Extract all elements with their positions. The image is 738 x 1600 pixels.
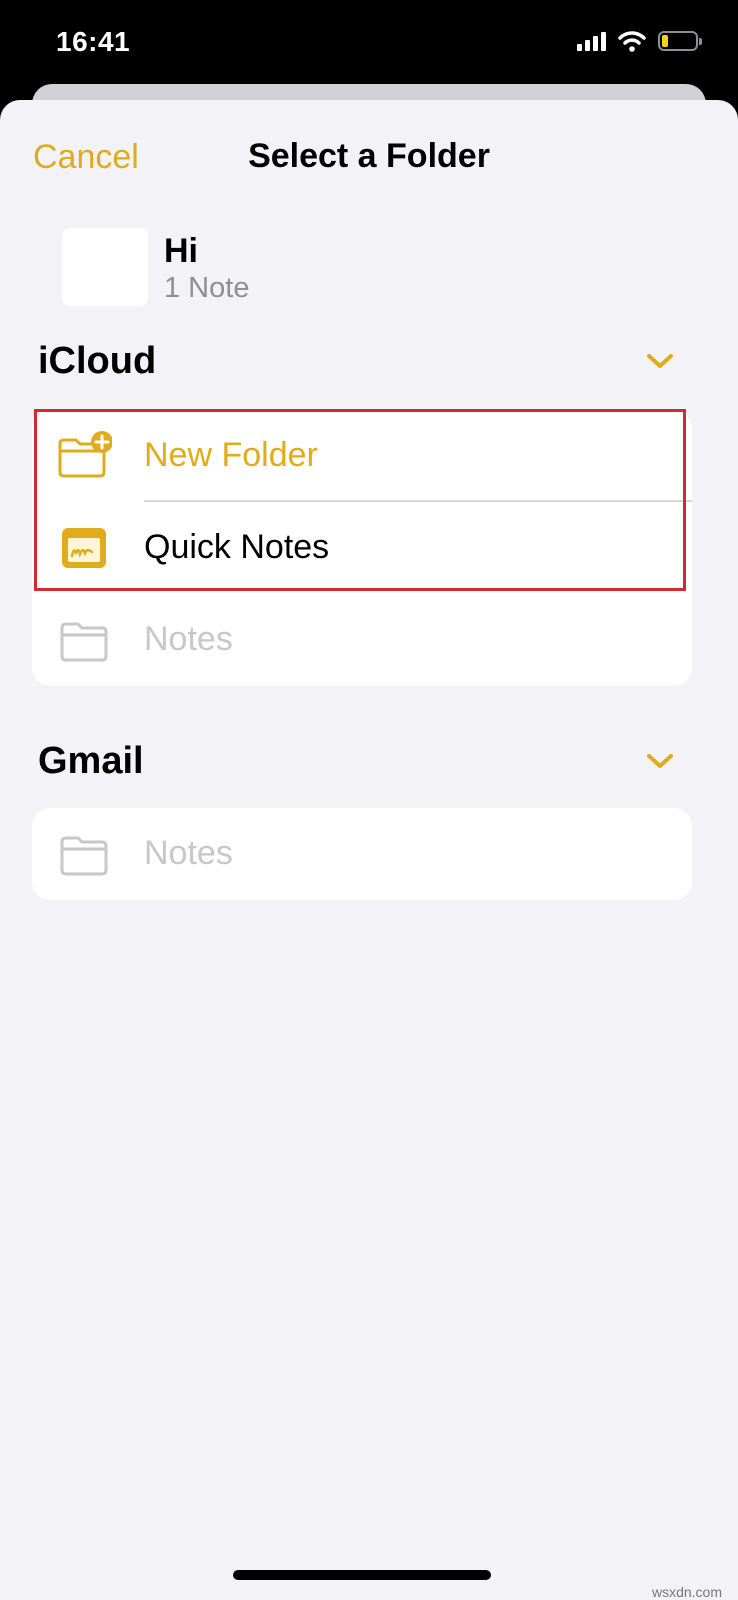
quick-notes-row[interactable]: Quick Notes <box>32 502 692 594</box>
quick-notes-icon <box>62 528 106 568</box>
nav-bar: Cancel Select a Folder <box>0 100 738 216</box>
icloud-notes-row: Notes <box>32 594 692 686</box>
gmail-notes-label: Notes <box>144 834 233 872</box>
folder-plus-icon <box>58 431 112 478</box>
icloud-section-header[interactable]: iCloud <box>38 340 702 390</box>
icloud-folder-list: New Folder Quick Notes Notes <box>32 410 692 686</box>
status-bar: 16:41 <box>0 0 738 90</box>
chevron-down-icon[interactable] <box>646 752 674 770</box>
gmail-folder-list: Notes <box>32 808 692 900</box>
wifi-icon <box>618 31 646 52</box>
note-title: Hi <box>164 232 198 270</box>
chevron-down-icon[interactable] <box>646 352 674 370</box>
watermark: wsxdn.com <box>651 1584 722 1600</box>
page-title: Select a Folder <box>248 137 490 175</box>
folder-picker-sheet: Cancel Select a Folder Hi 1 Note iCloud … <box>0 100 738 1600</box>
new-folder-row[interactable]: New Folder <box>32 410 692 502</box>
battery-icon <box>658 31 702 51</box>
icloud-notes-label: Notes <box>144 620 233 658</box>
note-preview: Hi 1 Note <box>62 228 562 308</box>
section-title-gmail: Gmail <box>38 740 144 782</box>
home-indicator[interactable] <box>233 1570 491 1580</box>
folder-icon <box>60 622 108 662</box>
note-count: 1 Note <box>164 272 250 304</box>
section-title-icloud: iCloud <box>38 340 157 382</box>
status-icons <box>577 30 702 52</box>
new-folder-label: New Folder <box>144 436 318 474</box>
note-thumbnail <box>62 228 148 306</box>
gmail-section-header[interactable]: Gmail <box>38 740 702 790</box>
quick-notes-label: Quick Notes <box>144 528 330 566</box>
folder-icon <box>60 836 108 876</box>
cellular-signal-icon <box>577 31 606 51</box>
gmail-notes-row: Notes <box>32 808 692 900</box>
status-time: 16:41 <box>56 26 131 57</box>
